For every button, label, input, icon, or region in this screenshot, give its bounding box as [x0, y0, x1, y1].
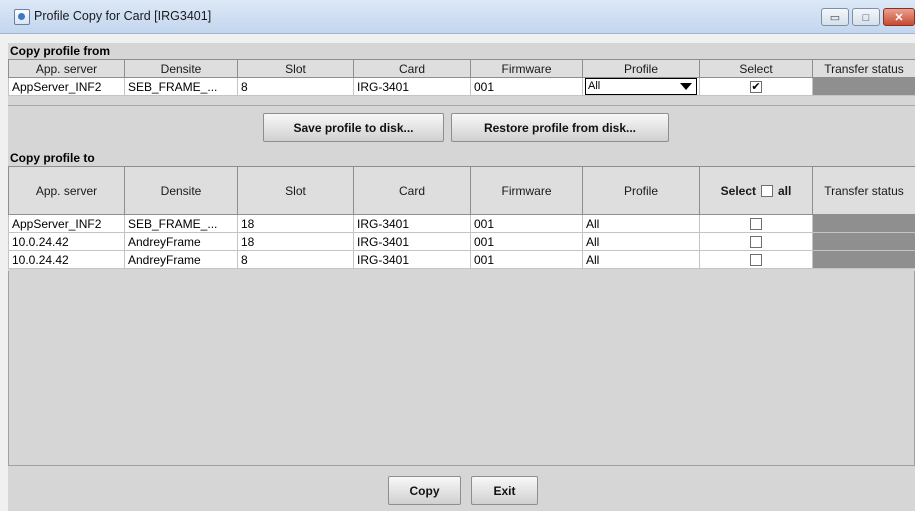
- target-header-row: App. server Densite Slot Card Firmware P…: [8, 166, 915, 215]
- cell-profile: All: [582, 77, 700, 96]
- cell-transfer-status: [812, 232, 915, 251]
- cell-card: IRG-3401: [353, 77, 471, 96]
- col-app-server[interactable]: App. server: [8, 166, 125, 215]
- cell-slot: 18: [237, 214, 354, 233]
- copy-button[interactable]: Copy: [388, 476, 461, 505]
- profile-dropdown-value: All: [588, 80, 601, 92]
- cell-firmware: 001: [470, 232, 583, 251]
- profile-dropdown[interactable]: All: [585, 78, 697, 95]
- cell-densite: SEB_FRAME_...: [124, 214, 238, 233]
- source-header-row: App. server Densite Slot Card Firmware P…: [8, 59, 915, 78]
- select-header-label: Select: [720, 183, 756, 198]
- col-slot[interactable]: Slot: [237, 166, 354, 215]
- title-bar[interactable]: Profile Copy for Card [IRG3401] ▭ □ ✕: [0, 0, 915, 34]
- cell-transfer-status: [812, 214, 915, 233]
- profile-copy-window: Profile Copy for Card [IRG3401] ▭ □ ✕ Co…: [0, 0, 915, 511]
- col-select[interactable]: Select: [699, 59, 813, 78]
- col-transfer-status[interactable]: Transfer status: [812, 166, 915, 215]
- cell-firmware: 001: [470, 250, 583, 269]
- target-table: App. server Densite Slot Card Firmware P…: [8, 166, 915, 269]
- cell-transfer-status: [812, 77, 915, 96]
- col-select[interactable]: Select all: [699, 166, 813, 215]
- col-densite[interactable]: Densite: [124, 59, 238, 78]
- source-select-checkbox[interactable]: ✔: [750, 81, 762, 94]
- cell-densite: AndreyFrame: [124, 250, 238, 269]
- col-profile[interactable]: Profile: [582, 166, 700, 215]
- cell-card: IRG-3401: [353, 250, 471, 269]
- cell-app-server: AppServer_INF2: [8, 214, 125, 233]
- cell-select: ✔: [699, 77, 813, 96]
- java-app-icon: [14, 9, 30, 25]
- cell-slot: 8: [237, 250, 354, 269]
- cell-profile: All: [582, 232, 700, 251]
- table-row[interactable]: 10.0.24.42 AndreyFrame 18 IRG-3401 001 All: [8, 232, 915, 251]
- cell-card: IRG-3401: [353, 214, 471, 233]
- cell-firmware: 001: [470, 77, 583, 96]
- col-card[interactable]: Card: [353, 59, 471, 78]
- cell-select: [699, 214, 813, 233]
- cell-app-server: 10.0.24.42: [8, 232, 125, 251]
- row-select-checkbox[interactable]: [750, 254, 762, 267]
- cell-transfer-status: [812, 250, 915, 269]
- divider: [8, 105, 915, 106]
- save-profile-button[interactable]: Save profile to disk...: [263, 113, 444, 142]
- cell-app-server: AppServer_INF2: [8, 77, 125, 96]
- close-button[interactable]: ✕: [883, 8, 915, 26]
- maximize-button[interactable]: □: [852, 8, 880, 26]
- col-app-server[interactable]: App. server: [8, 59, 125, 78]
- cell-profile: All: [582, 214, 700, 233]
- source-row[interactable]: AppServer_INF2 SEB_FRAME_... 8 IRG-3401 …: [8, 77, 915, 96]
- table-row[interactable]: 10.0.24.42 AndreyFrame 8 IRG-3401 001 All: [8, 250, 915, 269]
- copy-from-label: Copy profile from: [10, 44, 111, 58]
- exit-button[interactable]: Exit: [471, 476, 538, 505]
- col-transfer-status[interactable]: Transfer status: [812, 59, 915, 78]
- source-table: App. server Densite Slot Card Firmware P…: [8, 59, 915, 96]
- dialog-body: Copy profile from App. server Densite Sl…: [8, 43, 915, 511]
- col-firmware[interactable]: Firmware: [470, 59, 583, 78]
- col-card[interactable]: Card: [353, 166, 471, 215]
- cell-select: [699, 232, 813, 251]
- restore-profile-button[interactable]: Restore profile from disk...: [451, 113, 669, 142]
- col-densite[interactable]: Densite: [124, 166, 238, 215]
- table-empty-area: [8, 271, 915, 466]
- select-all-header: Select all: [721, 184, 792, 198]
- cell-densite: AndreyFrame: [124, 232, 238, 251]
- cell-slot: 18: [237, 232, 354, 251]
- cell-slot: 8: [237, 77, 354, 96]
- window-title: Profile Copy for Card [IRG3401]: [34, 9, 212, 23]
- cell-select: [699, 250, 813, 269]
- copy-to-label: Copy profile to: [10, 151, 95, 165]
- select-all-label: all: [778, 183, 792, 198]
- row-select-checkbox[interactable]: [750, 218, 762, 231]
- cell-app-server: 10.0.24.42: [8, 250, 125, 269]
- table-row[interactable]: AppServer_INF2 SEB_FRAME_... 18 IRG-3401 001…: [8, 214, 915, 233]
- cell-densite: SEB_FRAME_...: [124, 77, 238, 96]
- chevron-down-icon[interactable]: [680, 83, 692, 90]
- minimize-button[interactable]: ▭: [821, 8, 849, 26]
- col-slot[interactable]: Slot: [237, 59, 354, 78]
- cell-profile: All: [582, 250, 700, 269]
- cell-card: IRG-3401: [353, 232, 471, 251]
- col-firmware[interactable]: Firmware: [470, 166, 583, 215]
- cell-firmware: 001: [470, 214, 583, 233]
- target-rows: AppServer_INF2 SEB_FRAME_... 18 IRG-3401 001…: [8, 214, 915, 269]
- select-all-checkbox[interactable]: [761, 184, 773, 197]
- row-select-checkbox[interactable]: [750, 236, 762, 249]
- col-profile[interactable]: Profile: [582, 59, 700, 78]
